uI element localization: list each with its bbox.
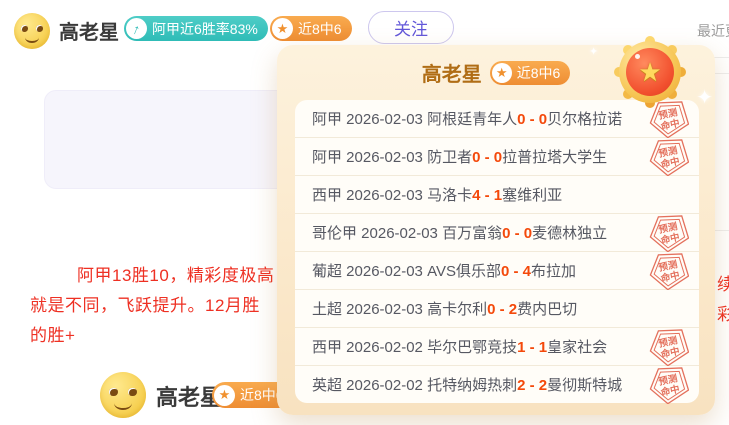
- match-prefix: 阿甲 2026-02-03 防卫者: [312, 149, 472, 166]
- hit-streak-badge: ★ 近8中6: [270, 16, 352, 41]
- match-away-team: 曼彻斯特城: [547, 377, 622, 394]
- page: 阿甲13胜10，精彩度极高 就是不同，飞跃提升。12月胜 的胜+ 续 彩 高老星…: [0, 0, 729, 425]
- analysis-text-line2: 就是不同，飞跃提升。12月胜: [30, 291, 260, 316]
- hit-streak-badge-label: 近8中6: [298, 19, 342, 39]
- match-score: 0 - 0: [472, 149, 502, 166]
- analysis-text-line1: 阿甲13胜10，精彩度极高: [77, 261, 274, 286]
- match-row: 西甲 2026-02-02 毕尔巴鄂竞技1 - 1皇家社会 预测 命中: [295, 328, 699, 366]
- match-away-team: 皇家社会: [547, 339, 607, 356]
- prediction-hit-stamp: 预测 命中: [649, 138, 689, 176]
- divider: [714, 230, 729, 231]
- match-text: 阿甲 2026-02-03 阿根廷青年人0 - 0贝尔格拉诺: [312, 108, 622, 129]
- match-score: 2 - 2: [517, 377, 547, 394]
- medal-icon: ★: [615, 37, 685, 107]
- match-prefix: 西甲 2026-02-02 毕尔巴鄂竞技: [312, 339, 517, 356]
- hit-streak-badge: ★ 近8中6: [490, 61, 571, 85]
- match-text: 阿甲 2026-02-03 防卫者0 - 0拉普拉塔大学生: [312, 146, 607, 167]
- analysis-text-fragment: 续: [717, 270, 729, 295]
- match-row: 哥伦甲 2026-02-03 百万富翁0 - 0麦德林独立 预测 命中: [295, 214, 699, 252]
- match-away-team: 贝尔格拉诺: [547, 111, 622, 128]
- avatar-smile: [114, 396, 132, 410]
- match-text: 葡超 2026-02-03 AVS俱乐部0 - 4布拉加: [312, 260, 576, 281]
- match-text: 哥伦甲 2026-02-03 百万富翁0 - 0麦德林独立: [312, 222, 607, 243]
- divider: [714, 73, 729, 74]
- win-rate-badge: ↑ 阿甲近6胜率83%: [124, 16, 268, 41]
- match-away-team: 塞维利亚: [502, 187, 562, 204]
- match-list: 阿甲 2026-02-03 阿根廷青年人0 - 0贝尔格拉诺 预测 命中 阿甲 …: [295, 100, 699, 403]
- match-row: 葡超 2026-02-03 AVS俱乐部0 - 4布拉加 预测 命中: [295, 252, 699, 290]
- sparkle-icon: ✦: [589, 45, 598, 58]
- popup-title: 高老星: [422, 58, 482, 87]
- up-arrow-icon: ↑: [126, 18, 147, 39]
- follow-button[interactable]: 关注: [368, 11, 454, 44]
- avatar-smile: [25, 32, 39, 43]
- match-score: 0 - 4: [501, 263, 531, 280]
- match-score: 0 - 0: [517, 111, 547, 128]
- match-text: 土超 2026-02-03 高卡尔利0 - 2费内巴切: [312, 298, 577, 319]
- star-icon: ★: [272, 18, 293, 39]
- match-away-team: 费内巴切: [517, 301, 577, 318]
- avatar[interactable]: [100, 372, 146, 418]
- match-prefix: 西甲 2026-02-03 马洛卡: [312, 187, 472, 204]
- match-row: 西甲 2026-02-03 马洛卡4 - 1塞维利亚: [295, 176, 699, 214]
- match-text: 西甲 2026-02-03 马洛卡4 - 1塞维利亚: [312, 184, 562, 205]
- match-prefix: 阿甲 2026-02-03 阿根廷青年人: [312, 111, 517, 128]
- match-score: 4 - 1: [472, 187, 502, 204]
- match-row: 阿甲 2026-02-03 防卫者0 - 0拉普拉塔大学生 预测 命中: [295, 138, 699, 176]
- match-row: 土超 2026-02-03 高卡尔利0 - 2费内巴切: [295, 290, 699, 328]
- prediction-hit-stamp: 预测 命中: [649, 100, 689, 138]
- match-text: 西甲 2026-02-02 毕尔巴鄂竞技1 - 1皇家社会: [312, 336, 607, 357]
- author-name[interactable]: 高老星: [59, 16, 119, 45]
- match-away-team: 布拉加: [531, 263, 576, 280]
- match-prefix: 葡超 2026-02-03 AVS俱乐部: [312, 263, 501, 280]
- match-prefix: 哥伦甲 2026-02-03 百万富翁: [312, 225, 502, 242]
- analysis-text-line3: 的胜+: [30, 321, 75, 346]
- sparkle-icon: ✦: [696, 85, 713, 110]
- avatar[interactable]: [14, 13, 50, 49]
- win-rate-badge-label: 阿甲近6胜率83%: [152, 19, 258, 39]
- match-prefix: 土超 2026-02-03 高卡尔利: [312, 301, 487, 318]
- match-away-team: 拉普拉塔大学生: [502, 149, 607, 166]
- analysis-text-fragment: 彩: [717, 300, 729, 325]
- prediction-hit-stamp: 预测 命中: [649, 252, 689, 290]
- prediction-hit-stamp: 预测 命中: [649, 214, 689, 252]
- match-score: 1 - 1: [517, 339, 547, 356]
- prediction-history-popup: 高老星 ★ 近8中6 ★ ✦ ✦ 阿甲 2026-02-03 阿根廷青年人0 -…: [277, 45, 715, 415]
- match-score: 0 - 0: [502, 225, 532, 242]
- recent-update-label: 最近更: [697, 21, 729, 41]
- hit-streak-badge-label: 近8中6: [517, 63, 561, 83]
- prediction-hit-stamp: 预测 命中: [649, 366, 689, 404]
- star-icon: ★: [492, 63, 512, 83]
- match-prefix: 英超 2026-02-02 托特纳姆热刺: [312, 377, 517, 394]
- star-icon: ★: [214, 385, 235, 406]
- prediction-hit-stamp: 预测 命中: [649, 328, 689, 366]
- match-away-team: 麦德林独立: [532, 225, 607, 242]
- match-text: 英超 2026-02-02 托特纳姆热刺2 - 2曼彻斯特城: [312, 374, 622, 395]
- match-score: 0 - 2: [487, 301, 517, 318]
- match-row: 英超 2026-02-02 托特纳姆热刺2 - 2曼彻斯特城 预测 命中: [295, 366, 699, 403]
